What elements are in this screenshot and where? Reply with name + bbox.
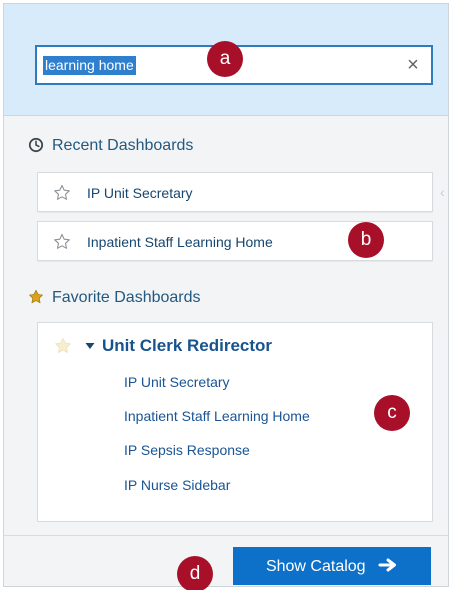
annotation-marker-b: b <box>348 222 384 258</box>
favorite-group-title: Unit Clerk Redirector <box>102 336 273 355</box>
annotation-marker-a: a <box>207 41 243 77</box>
annotation-marker-d: d <box>177 556 213 590</box>
favorite-dashboards-label: Favorite Dashboards <box>52 289 201 306</box>
star-filled-icon <box>29 289 43 304</box>
chevron-down-icon[interactable] <box>84 334 96 358</box>
star-outline-icon[interactable] <box>53 233 71 251</box>
favorite-dashboard-link[interactable]: IP Sepsis Response <box>124 439 250 461</box>
star-outline-icon[interactable] <box>53 184 71 202</box>
recent-item[interactable]: IP Unit Secretary <box>37 172 433 212</box>
show-catalog-button[interactable]: Show Catalog <box>233 547 431 585</box>
annotation-marker-c: c <box>374 395 410 431</box>
dashboard-picker-panel: learning home × Recent Dashboards IP Uni… <box>3 3 449 587</box>
favorite-dashboard-link[interactable]: Inpatient Staff Learning Home <box>124 405 310 427</box>
footer-divider <box>4 535 448 536</box>
recent-item-label: Inpatient Staff Learning Home <box>87 234 273 250</box>
favorite-dashboard-link[interactable]: IP Nurse Sidebar <box>124 474 230 496</box>
recent-item-label: IP Unit Secretary <box>87 185 193 201</box>
star-filled-icon[interactable] <box>54 337 72 355</box>
search-input-value: learning home <box>43 56 136 75</box>
clock-icon <box>28 137 44 153</box>
show-catalog-label: Show Catalog <box>265 558 366 575</box>
edge-fragment: ‹ <box>440 184 445 200</box>
arrow-right-icon <box>378 558 397 572</box>
favorite-dashboard-group: Unit Clerk Redirector IP Unit Secretary … <box>37 322 433 522</box>
recent-dashboards-label: Recent Dashboards <box>52 137 194 154</box>
recent-dashboards-heading: Recent Dashboards <box>28 135 193 157</box>
favorite-dashboards-heading: Favorite Dashboards <box>28 287 201 309</box>
close-icon[interactable]: × <box>403 55 423 75</box>
dashboard-picker-screen: learning home × Recent Dashboards IP Uni… <box>0 0 458 590</box>
favorite-dashboard-link[interactable]: IP Unit Secretary <box>124 371 230 393</box>
